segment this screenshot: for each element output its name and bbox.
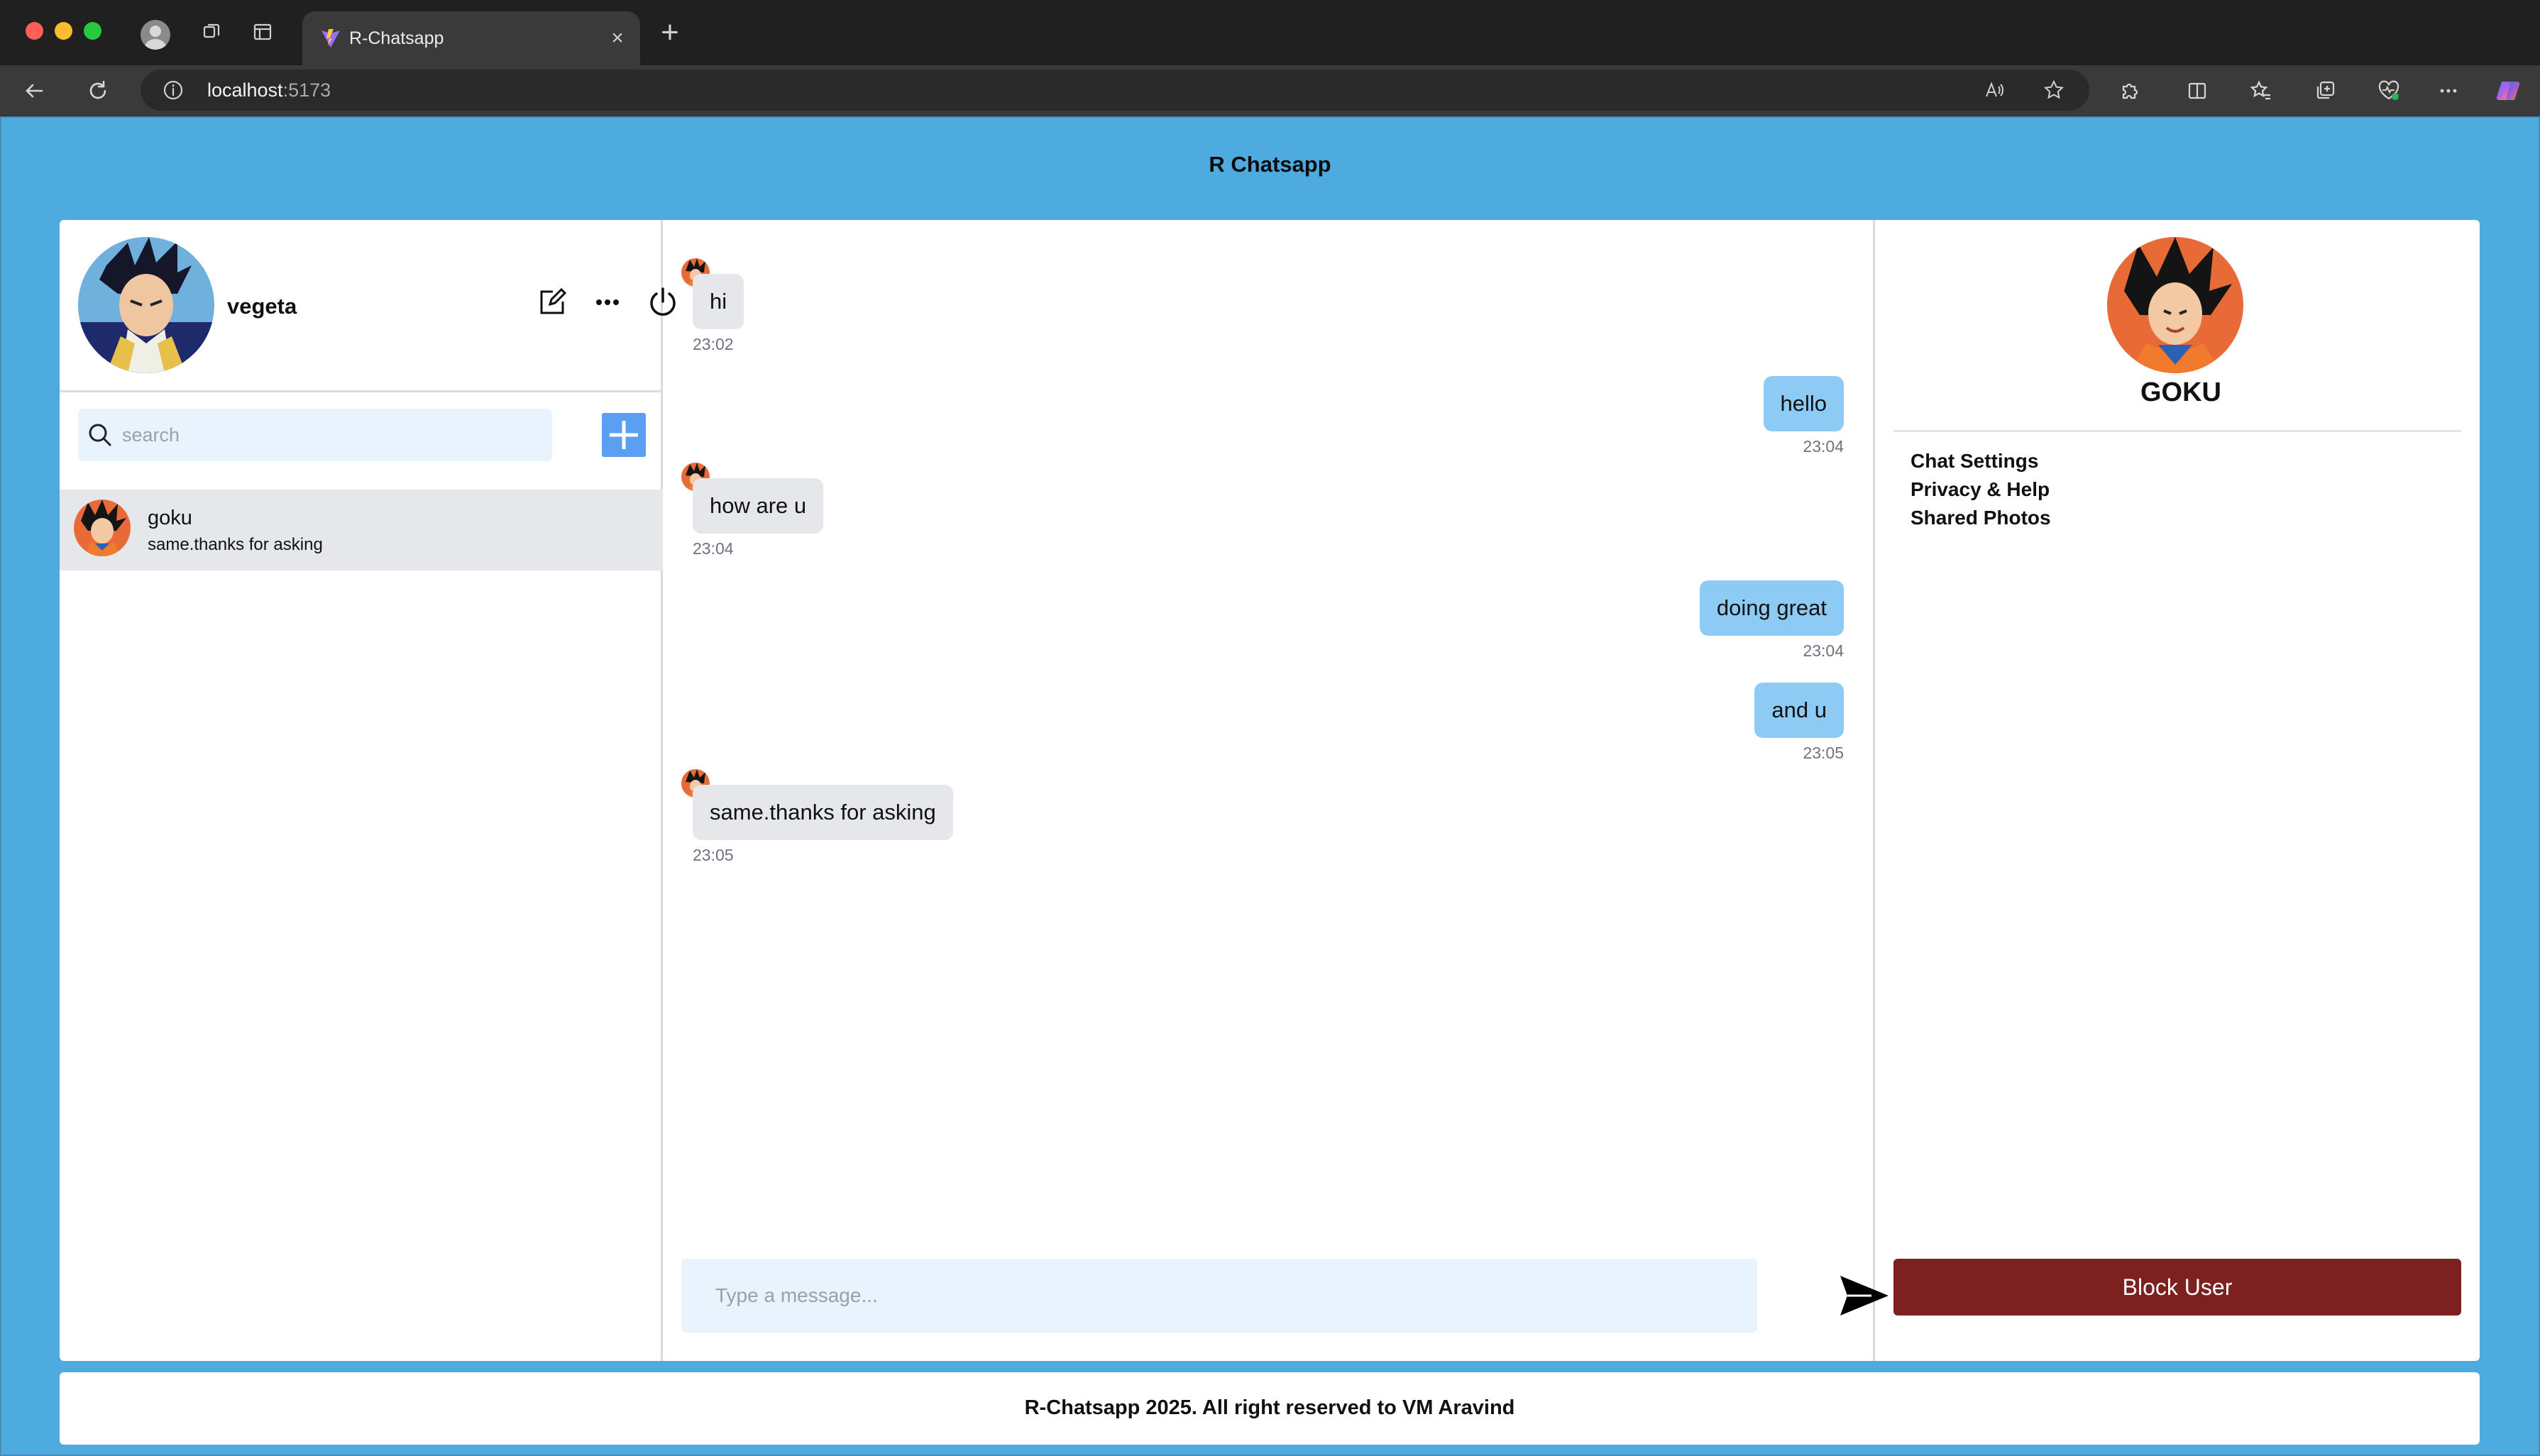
search-icon (89, 424, 111, 446)
add-user-button[interactable] (602, 413, 646, 457)
message-time: 23:04 (693, 539, 734, 558)
search-input[interactable] (122, 409, 541, 461)
peer-avatar (2107, 237, 2243, 373)
conversation-name: goku (148, 507, 192, 529)
tab-r-chatsapp[interactable]: R-Chatsapp × (302, 11, 640, 65)
app-title: R Chatsapp (1209, 152, 1331, 177)
tab-title: R-Chatsapp (349, 28, 444, 48)
message-bubble-outgoing: and u (1754, 683, 1844, 738)
message-time: 23:04 (1803, 641, 1844, 660)
health-icon[interactable] (2375, 77, 2403, 105)
info-icon[interactable] (162, 79, 185, 101)
message-bubble-outgoing: hello (1763, 376, 1844, 431)
message-time: 23:02 (693, 335, 734, 353)
window-close-button[interactable] (26, 22, 43, 40)
message-time: 23:05 (1803, 744, 1844, 762)
plus-icon (610, 421, 638, 449)
vite-logo-icon (321, 29, 340, 48)
split-screen-icon[interactable] (2183, 77, 2211, 105)
conversation-item-goku[interactable]: goku same.thanks for asking (60, 490, 663, 570)
message-bubble-outgoing: doing great (1699, 580, 1844, 636)
current-user-name: vegeta (227, 294, 297, 319)
chat-details-panel: GOKU Chat Settings Privacy & Help Shared… (1875, 220, 2480, 1361)
message-time: 23:05 (693, 846, 734, 864)
address-bar[interactable]: localhost:5173 (141, 70, 2089, 111)
edit-icon[interactable] (534, 284, 571, 321)
block-user-button[interactable]: Block User (1893, 1259, 2461, 1316)
read-aloud-icon[interactable] (1983, 79, 2006, 101)
url-text[interactable]: localhost:5173 (207, 79, 331, 101)
url-port: :5173 (282, 79, 331, 101)
current-user-header: vegeta (60, 220, 676, 392)
url-host: localhost (207, 79, 283, 101)
favorites-icon[interactable] (2247, 77, 2275, 105)
window-zoom-button[interactable] (84, 22, 101, 40)
reload-icon[interactable] (84, 77, 112, 105)
footer-text: R-Chatsapp 2025. All right reserved to V… (1024, 1396, 1515, 1419)
browser-tab-bar: R-Chatsapp × + (0, 0, 2540, 65)
peer-name: GOKU (2140, 377, 2221, 407)
browser-toolbar: localhost:5173 (0, 65, 2540, 116)
main-card: vegeta search goku same.thanks for askin… (60, 220, 2480, 1361)
new-tab-button[interactable]: + (656, 17, 684, 48)
workspaces-icon[interactable] (197, 18, 226, 46)
back-icon[interactable] (20, 77, 48, 105)
more-options-icon[interactable] (589, 284, 626, 321)
privacy-help-option[interactable]: Privacy & Help (1911, 478, 2050, 501)
message-input[interactable] (715, 1259, 1737, 1333)
search-box (78, 409, 552, 461)
footer: R-Chatsapp 2025. All right reserved to V… (60, 1372, 2480, 1445)
conversation-avatar (74, 500, 131, 556)
app-viewport: R Chatsapp vegeta search goku same.thank… (0, 116, 2540, 1456)
chat-panel: hi 23:02 hello 23:04 how are u 23:04 doi… (663, 220, 1888, 1361)
extensions-icon[interactable] (2115, 77, 2143, 105)
tab-close-icon[interactable]: × (606, 27, 629, 50)
current-user-avatar[interactable] (78, 237, 214, 373)
collections-icon[interactable] (2311, 77, 2339, 105)
more-icon[interactable] (2434, 77, 2463, 105)
vertical-tabs-icon[interactable] (248, 18, 277, 46)
browser-profile-icon[interactable] (141, 20, 170, 50)
message-bubble-incoming: hi (693, 274, 744, 329)
window-minimize-button[interactable] (55, 22, 72, 40)
favorite-icon[interactable] (2043, 79, 2065, 101)
message-bubble-incoming: how are u (693, 478, 824, 534)
shared-photos-option[interactable]: Shared Photos (1911, 507, 2051, 529)
copilot-icon[interactable] (2494, 77, 2522, 105)
message-time: 23:04 (1803, 437, 1844, 456)
message-composer (681, 1259, 1757, 1333)
chat-settings-option[interactable]: Chat Settings (1911, 450, 2038, 473)
divider (1893, 430, 2461, 432)
message-bubble-incoming: same.thanks for asking (693, 785, 953, 840)
conversation-list-panel: vegeta search goku same.thanks for askin… (60, 220, 676, 1361)
conversation-preview: same.thanks for asking (148, 535, 323, 554)
